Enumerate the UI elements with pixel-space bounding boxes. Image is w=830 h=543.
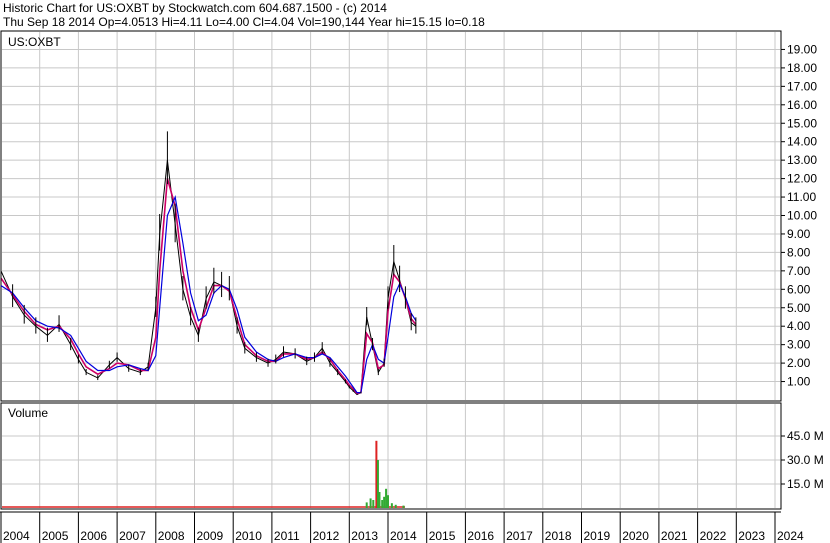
x-tick-label: 2008 <box>158 529 185 543</box>
moving-average-short <box>0 178 417 395</box>
y-tick-label: 16.00 <box>787 98 817 112</box>
y-tick-label: 13.00 <box>787 153 817 167</box>
volume-tick-label: 45.0 M <box>787 429 824 443</box>
y-tick-label: 12.00 <box>787 172 817 186</box>
y-tick-label: 10.00 <box>787 209 817 223</box>
volume-series <box>2 440 405 508</box>
y-tick-label: 3.00 <box>787 338 811 352</box>
x-tick-label: 2017 <box>506 529 533 543</box>
x-tick-label: 2011 <box>274 529 300 543</box>
x-tick-label: 2023 <box>738 529 765 543</box>
x-tick-label: 2004 <box>3 529 30 543</box>
price-panel-title: US:OXBT <box>8 35 61 49</box>
volume-bar <box>383 496 386 508</box>
y-tick-label: 5.00 <box>787 301 811 315</box>
volume-bar <box>378 492 381 508</box>
volume-tick-label: 15.0 M <box>787 477 824 491</box>
x-tick-label: 2014 <box>390 529 417 543</box>
y-tick-label: 17.00 <box>787 79 817 93</box>
price-series <box>0 131 417 396</box>
y-tick-label: 8.00 <box>787 245 811 259</box>
axis-ticks: 2004 2005 2006 2007 2008 2009 2010 2011 2012 2013… <box>0 42 824 543</box>
y-tick-label: 6.00 <box>787 282 811 296</box>
volume-tick-label: 30.0 M <box>787 453 824 467</box>
volume-panel-frame <box>0 402 782 510</box>
y-tick-label: 15.00 <box>787 116 817 130</box>
chart-grid <box>2 32 780 508</box>
stock-chart: 2004 2005 2006 2007 2008 2009 2010 2011 2012 2013… <box>0 30 824 543</box>
x-tick-label: 2010 <box>235 529 262 543</box>
volume-bar <box>365 502 368 508</box>
y-tick-label: 18.00 <box>787 61 817 75</box>
x-tick-label: 2005 <box>42 529 69 543</box>
volume-bar <box>372 500 375 508</box>
y-tick-label: 4.00 <box>787 319 811 333</box>
volume-bar <box>385 488 388 508</box>
x-tick-label: 2021 <box>661 529 688 543</box>
x-tick-label: 2022 <box>700 529 727 543</box>
y-tick-label: 14.00 <box>787 135 817 149</box>
volume-bar <box>387 495 389 508</box>
x-tick-label: 2009 <box>197 529 224 543</box>
volume-bar <box>381 500 384 508</box>
x-tick-label: 2024 <box>777 529 804 543</box>
x-tick-label: 2007 <box>119 529 146 543</box>
x-tick-label: 2015 <box>429 529 456 543</box>
volume-panel-title: Volume <box>8 406 48 420</box>
x-tick-label: 2016 <box>467 529 494 543</box>
x-tick-label: 2018 <box>545 529 572 543</box>
x-tick-label: 2013 <box>351 529 378 543</box>
x-tick-label: 2006 <box>80 529 107 543</box>
volume-bar <box>390 503 393 508</box>
y-tick-label: 2.00 <box>787 356 811 370</box>
volume-bar <box>369 498 372 508</box>
y-tick-label: 9.00 <box>787 227 811 241</box>
volume-bar <box>394 504 397 508</box>
y-tick-label: 1.00 <box>787 375 811 389</box>
volume-bar <box>402 505 405 508</box>
y-tick-label: 11.00 <box>787 190 816 204</box>
y-tick-label: 7.00 <box>787 264 811 278</box>
y-tick-label: 19.00 <box>787 42 817 56</box>
x-tick-label: 2012 <box>313 529 340 543</box>
x-tick-label: 2019 <box>584 529 611 543</box>
price-line <box>0 160 417 396</box>
x-tick-label: 2020 <box>622 529 649 543</box>
